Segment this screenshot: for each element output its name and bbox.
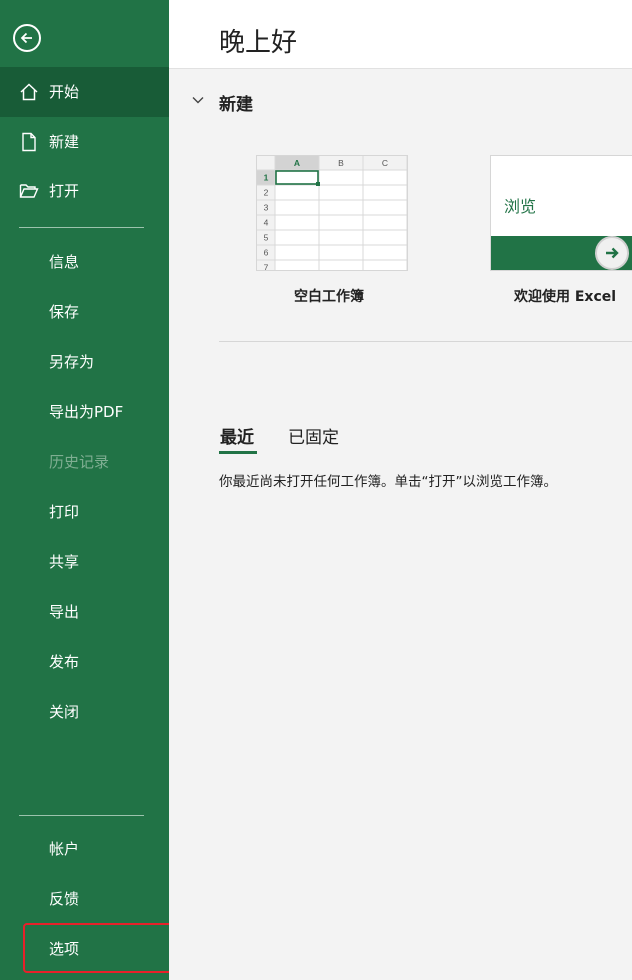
grid-row-label: 3 <box>264 203 269 213</box>
nav-home[interactable]: 开始 <box>0 67 169 117</box>
nav-save[interactable]: 保存 <box>0 287 169 337</box>
browse-text: 浏览 <box>504 197 537 216</box>
page-title: 晚上好 <box>219 28 298 58</box>
empty-recent-message: 你最近尚未打开任何工作簿。单击“打开”以浏览工作簿。 <box>219 474 557 490</box>
tab-active-underline <box>219 451 257 454</box>
backstage-sidebar: 开始 新建 打开 信息 保存 另存为 导出为PDF 历史记录 打印 共享 导出 … <box>0 0 169 980</box>
nav-publish-label: 发布 <box>49 653 80 671</box>
grid-row-label: 7 <box>264 263 269 271</box>
blank-workbook-template[interactable]: A B C 1 2 3 4 5 6 7 <box>256 155 408 271</box>
nav-info-label: 信息 <box>49 253 80 271</box>
back-button[interactable] <box>13 24 41 52</box>
nav-save-as[interactable]: 另存为 <box>0 337 169 387</box>
section-separator <box>219 341 632 342</box>
blank-workbook-label: 空白工作簿 <box>294 289 364 305</box>
nav-share[interactable]: 共享 <box>0 537 169 587</box>
nav-history-label: 历史记录 <box>49 453 110 471</box>
nav-open[interactable]: 打开 <box>0 166 169 216</box>
nav-export-pdf-label: 导出为PDF <box>49 403 124 421</box>
nav-print-label: 打印 <box>49 503 80 521</box>
tab-pinned[interactable]: 已固定 <box>288 423 339 448</box>
grid-row-label: 6 <box>264 248 269 258</box>
nav-info[interactable]: 信息 <box>0 237 169 287</box>
back-arrow-icon <box>20 32 32 44</box>
nav-export-label: 导出 <box>49 603 80 621</box>
backstage-main: 晚上好 新建 A B C 1 2 3 4 5 6 7 空白工作簿 浏览 欢迎使用 Excel 最近… <box>169 0 632 980</box>
grid-col-label: B <box>338 158 344 168</box>
spreadsheet-grid-preview: A B C 1 2 3 4 5 6 7 <box>257 156 407 270</box>
welcome-template-label: 欢迎使用 Excel <box>514 289 617 305</box>
grid-col-label: C <box>382 158 388 168</box>
grid-active-cell <box>275 170 319 185</box>
greeting-bar: 晚上好 <box>169 0 632 69</box>
new-file-icon <box>22 132 36 152</box>
grid-col-label: A <box>294 158 300 168</box>
nav-home-label: 开始 <box>49 83 80 101</box>
nav-close-label: 关闭 <box>49 703 80 721</box>
sidebar-divider <box>19 815 144 816</box>
chevron-down-icon[interactable] <box>191 93 205 107</box>
nav-feedback[interactable]: 反馈 <box>0 874 169 924</box>
new-section-title: 新建 <box>219 95 253 115</box>
folder-open-icon <box>19 184 39 198</box>
grid-row-label: 2 <box>264 188 269 198</box>
sidebar-divider <box>19 227 144 228</box>
nav-close[interactable]: 关闭 <box>0 687 169 737</box>
options-highlight-box <box>23 923 191 973</box>
nav-save-as-label: 另存为 <box>49 353 95 371</box>
nav-new-label: 新建 <box>49 133 80 151</box>
nav-save-label: 保存 <box>49 303 80 321</box>
nav-new[interactable]: 新建 <box>0 117 169 167</box>
arrow-circle <box>595 236 629 270</box>
arrow-right-icon <box>606 247 619 259</box>
nav-history: 历史记录 <box>0 437 169 487</box>
grid-row-label: 5 <box>264 233 269 243</box>
nav-print[interactable]: 打印 <box>0 487 169 537</box>
nav-export-pdf[interactable]: 导出为PDF <box>0 387 169 437</box>
grid-fill-handle <box>316 182 320 186</box>
welcome-template[interactable]: 浏览 <box>490 155 632 271</box>
grid-row-label: 4 <box>264 218 269 228</box>
nav-open-label: 打开 <box>49 182 80 200</box>
grid-row-label: 1 <box>264 173 269 183</box>
nav-feedback-label: 反馈 <box>49 890 80 908</box>
home-icon <box>20 83 38 101</box>
nav-account[interactable]: 帐户 <box>0 824 169 874</box>
nav-export[interactable]: 导出 <box>0 587 169 637</box>
tab-recent[interactable]: 最近 <box>220 423 254 448</box>
nav-share-label: 共享 <box>49 553 80 571</box>
nav-account-label: 帐户 <box>49 840 80 858</box>
nav-publish[interactable]: 发布 <box>0 637 169 687</box>
